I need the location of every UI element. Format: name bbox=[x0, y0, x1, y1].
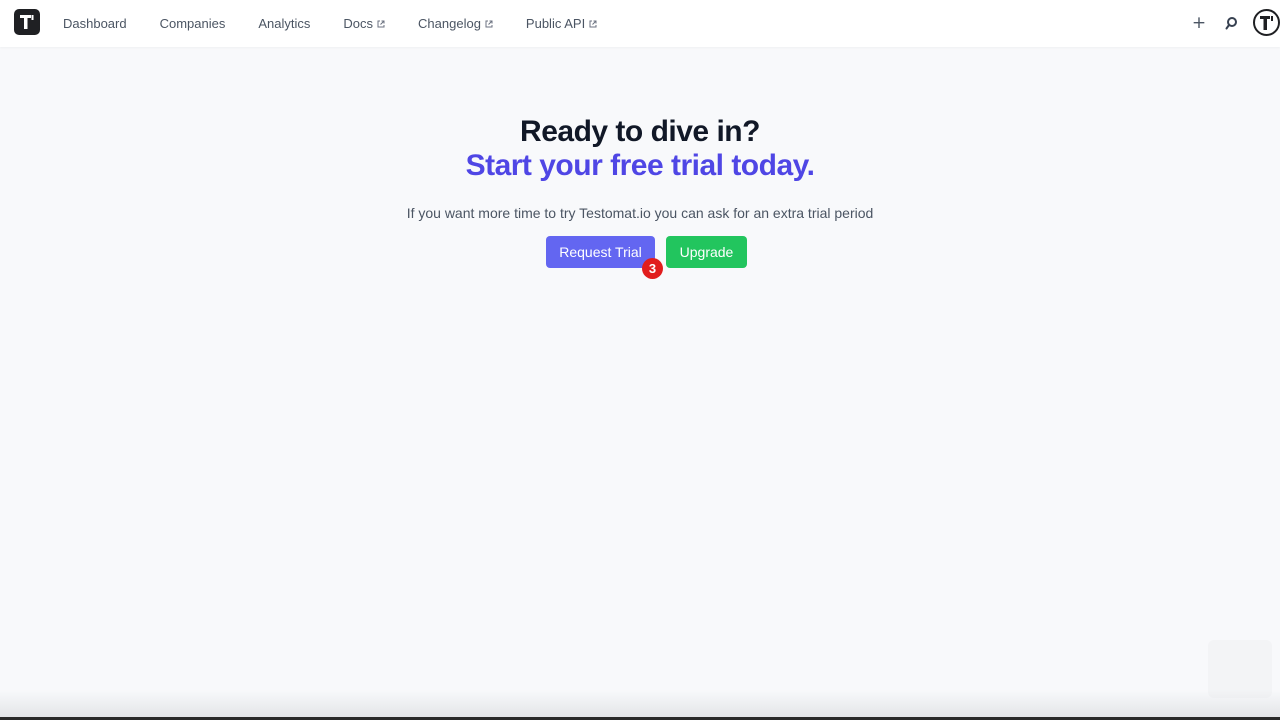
avatar[interactable] bbox=[1253, 9, 1280, 36]
bottom-shadow bbox=[0, 690, 1280, 720]
nav-public-api[interactable]: Public API bbox=[526, 16, 597, 31]
nav-changelog-label: Changelog bbox=[418, 16, 481, 31]
request-trial-button[interactable]: Request Trial bbox=[546, 236, 655, 268]
testomat-logo-icon bbox=[1259, 15, 1273, 30]
step-badge: 3 bbox=[642, 258, 663, 279]
trial-description: If you want more time to try Testomat.io… bbox=[406, 205, 874, 221]
external-link-icon bbox=[377, 20, 385, 27]
nav-companies-label: Companies bbox=[159, 16, 226, 31]
page-subtitle: Start your free trial today. bbox=[465, 149, 815, 182]
external-link-icon bbox=[485, 20, 493, 27]
nav-dashboard[interactable]: Dashboard bbox=[63, 16, 127, 31]
nav-public-api-label: Public API bbox=[525, 16, 586, 31]
top-navbar: Dashboard Companies Analytics Docs Chang… bbox=[0, 0, 1280, 47]
upgrade-button[interactable]: Upgrade bbox=[666, 236, 747, 268]
nav-changelog[interactable]: Changelog bbox=[418, 16, 493, 31]
page-title: Ready to dive in? bbox=[520, 115, 760, 148]
testomat-logo-icon[interactable] bbox=[14, 9, 40, 35]
plus-icon[interactable]: + bbox=[1190, 13, 1208, 33]
nav-docs-label: Docs bbox=[343, 16, 374, 31]
trial-hero: Ready to dive in? Start your free trial … bbox=[0, 115, 1280, 221]
search-icon[interactable] bbox=[1223, 14, 1241, 32]
nav-dashboard-label: Dashboard bbox=[63, 16, 127, 31]
external-link-icon bbox=[589, 20, 597, 27]
main-nav: Dashboard Companies Analytics Docs Chang… bbox=[63, 0, 630, 47]
upgrade-label: Upgrade bbox=[679, 244, 734, 260]
request-trial-label: Request Trial bbox=[559, 244, 642, 260]
nav-docs[interactable]: Docs bbox=[343, 16, 385, 31]
nav-analytics[interactable]: Analytics bbox=[258, 16, 310, 31]
nav-analytics-label: Analytics bbox=[258, 16, 311, 31]
nav-companies[interactable]: Companies bbox=[160, 16, 226, 31]
